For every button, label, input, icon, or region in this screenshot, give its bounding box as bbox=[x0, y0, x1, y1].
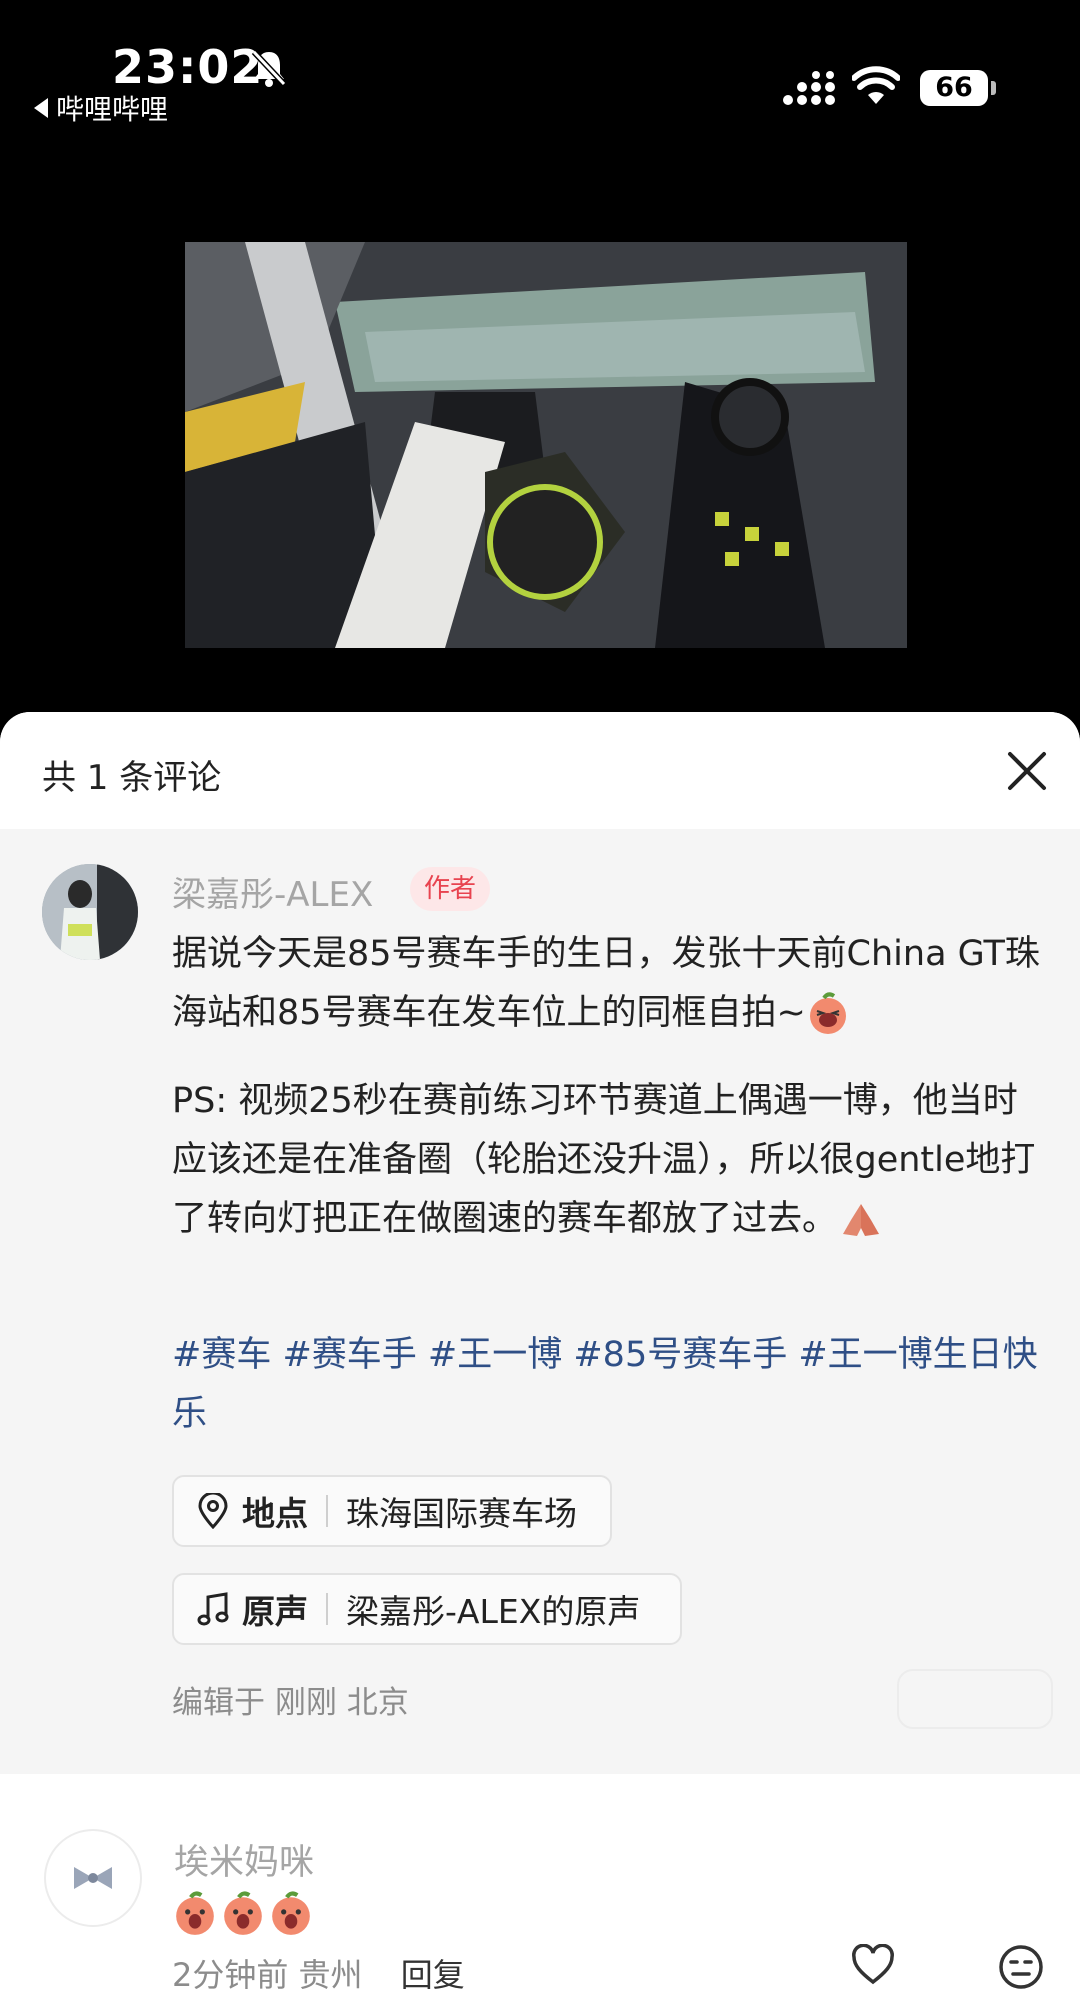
heart-icon[interactable] bbox=[850, 1944, 896, 1986]
chip-divider bbox=[326, 1495, 328, 1527]
reply-button[interactable]: 回复 bbox=[401, 1956, 465, 1994]
sheet-header: 共 1 条评论 bbox=[0, 712, 1080, 829]
wifi-icon bbox=[852, 66, 900, 104]
signal-icon bbox=[783, 71, 835, 105]
comments-sheet: 共 1 条评论 梁嘉彤-ALEX 作者 据说今天是85号赛车手的生日，发张十天前… bbox=[0, 712, 1080, 2009]
close-icon[interactable] bbox=[1004, 748, 1050, 794]
shocked-peach-emoji-icon bbox=[272, 1891, 310, 1935]
comment-text-paragraph-2: PS: 视频25秒在赛前练习环节赛道上偶遇一博，他当时应该还是在准备圈（轮胎还没… bbox=[172, 1072, 1052, 1249]
shocked-peach-emoji-icon bbox=[176, 1891, 214, 1935]
faint-overlay-box bbox=[897, 1669, 1053, 1729]
praying-hands-icon bbox=[843, 1204, 880, 1236]
sound-chip[interactable]: 原声 梁嘉彤-ALEX的原声 bbox=[172, 1573, 682, 1645]
back-app-label: 哔哩哔哩 bbox=[56, 93, 169, 126]
avatar[interactable] bbox=[44, 1829, 142, 1927]
music-note-icon bbox=[197, 1592, 229, 1626]
back-arrow-icon bbox=[34, 98, 48, 118]
comment-text-paragraph-1: 据说今天是85号赛车手的生日，发张十天前China GT珠海站和85号赛车在发车… bbox=[172, 925, 1052, 1043]
emoji-face-icon[interactable] bbox=[998, 1944, 1044, 1990]
reply-emojis bbox=[172, 1891, 314, 1937]
author-comment: 梁嘉彤-ALEX 作者 据说今天是85号赛车手的生日，发张十天前China GT… bbox=[0, 829, 1080, 1774]
video-thumbnail bbox=[185, 242, 907, 648]
author-badge: 作者 bbox=[410, 867, 490, 911]
location-label: 地点 bbox=[242, 1494, 308, 1533]
sound-value: 梁嘉彤-ALEX的原声 bbox=[346, 1592, 641, 1631]
status-bar: 23:02 哔哩哔哩 66 bbox=[0, 0, 1080, 140]
location-value: 珠海国际赛车场 bbox=[346, 1494, 577, 1533]
battery-tip bbox=[991, 81, 996, 95]
location-pin-icon bbox=[198, 1493, 228, 1529]
back-to-app[interactable]: 哔哩哔哩 bbox=[34, 88, 168, 128]
bell-off-icon bbox=[251, 49, 287, 87]
reply-username[interactable]: 埃米妈咪 bbox=[174, 1834, 314, 1885]
edited-meta: 编辑于 刚刚 北京 bbox=[172, 1685, 409, 1721]
location-chip[interactable]: 地点 珠海国际赛车场 bbox=[172, 1475, 612, 1547]
reply-comment: 埃米妈咪 2分钟前 贵州 回复 bbox=[0, 1774, 1080, 2009]
avatar[interactable] bbox=[42, 864, 138, 960]
status-time: 23:02 bbox=[112, 40, 264, 94]
sound-label: 原声 bbox=[242, 1592, 308, 1631]
comment-paragraph-1-text: 据说今天是85号赛车手的生日，发张十天前China GT珠海站和85号赛车在发车… bbox=[172, 934, 1040, 1033]
video-player[interactable] bbox=[185, 242, 907, 648]
battery-icon: 66 bbox=[920, 70, 988, 106]
reply-meta: 2分钟前 贵州 回复 bbox=[172, 1950, 465, 1996]
reply-time-location: 2分钟前 贵州 bbox=[172, 1956, 363, 1994]
chip-divider bbox=[326, 1593, 328, 1625]
shocked-peach-emoji-icon bbox=[224, 1891, 262, 1935]
author-username[interactable]: 梁嘉彤-ALEX bbox=[172, 867, 373, 916]
comments-count-title: 共 1 条评论 bbox=[42, 758, 222, 798]
laughing-peach-emoji-icon bbox=[809, 992, 846, 1034]
hashtags[interactable]: #赛车 #赛车手 #王一博 #85号赛车手 #王一博生日快乐 bbox=[172, 1326, 1052, 1444]
comment-paragraph-2-text: PS: 视频25秒在赛前练习环节赛道上偶遇一博，他当时应该还是在准备圈（轮胎还没… bbox=[172, 1081, 1036, 1239]
